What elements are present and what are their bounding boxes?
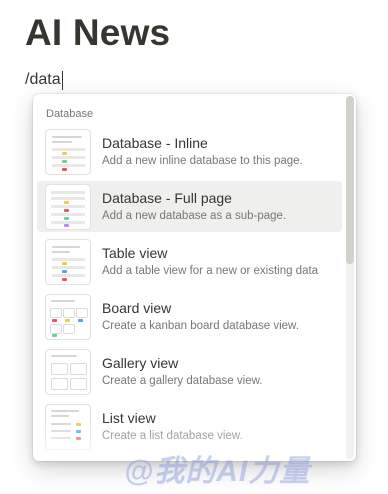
notion-page: AI News /data Database Database - Inline… [0,0,388,494]
page-title[interactable]: AI News [25,11,170,55]
watermark: @我的AI力量 [124,455,311,488]
menu-item-title: Database - Inline [102,135,208,151]
menu-item-description: Add a new inline database to this page. [102,155,303,167]
menu-item-description: Create a list database view. [102,430,243,442]
command-input[interactable]: /data [25,69,64,91]
menu-item-title: List view [102,410,156,426]
command-text: /data [25,71,61,88]
menu-item-list: Database - Inline Add a new inline datab… [33,126,348,456]
menu-item-title: Database - Full page [102,190,232,206]
slash-command-menu: Database Database - Inline Add a new inl… [33,94,356,461]
table-view-icon [45,238,91,285]
menu-item-database-full-page[interactable]: Database - Full page Add a new database … [37,181,342,232]
menu-section-label: Database [46,108,94,120]
menu-item-board-view[interactable]: Board view Create a kanban board databas… [37,291,342,342]
menu-item-description: Create a gallery database view. [102,375,263,387]
text-caret [61,70,64,90]
menu-item-database-inline[interactable]: Database - Inline Add a new inline datab… [37,126,342,177]
menu-item-description: Add a new database as a sub-page. [102,210,287,222]
list-view-icon [45,403,91,450]
menu-item-gallery-view[interactable]: Gallery view Create a gallery database v… [37,346,342,397]
menu-scrollbar[interactable] [346,96,354,459]
gallery-view-icon [45,348,91,395]
menu-scrollbar-thumb[interactable] [346,96,354,264]
menu-item-description: Add a table view for a new or existing d… [102,265,319,277]
full-page-database-icon [45,183,91,230]
board-view-icon [45,293,91,340]
menu-item-title: Table view [102,245,168,261]
menu-item-table-view[interactable]: Table view Add a table view for a new or… [37,236,342,287]
menu-item-list-view[interactable]: List view Create a list database view. [37,401,342,452]
menu-item-title: Board view [102,300,172,316]
menu-item-description: Create a kanban board database view. [102,320,299,332]
inline-database-icon [45,128,91,175]
menu-item-title: Gallery view [102,355,179,371]
